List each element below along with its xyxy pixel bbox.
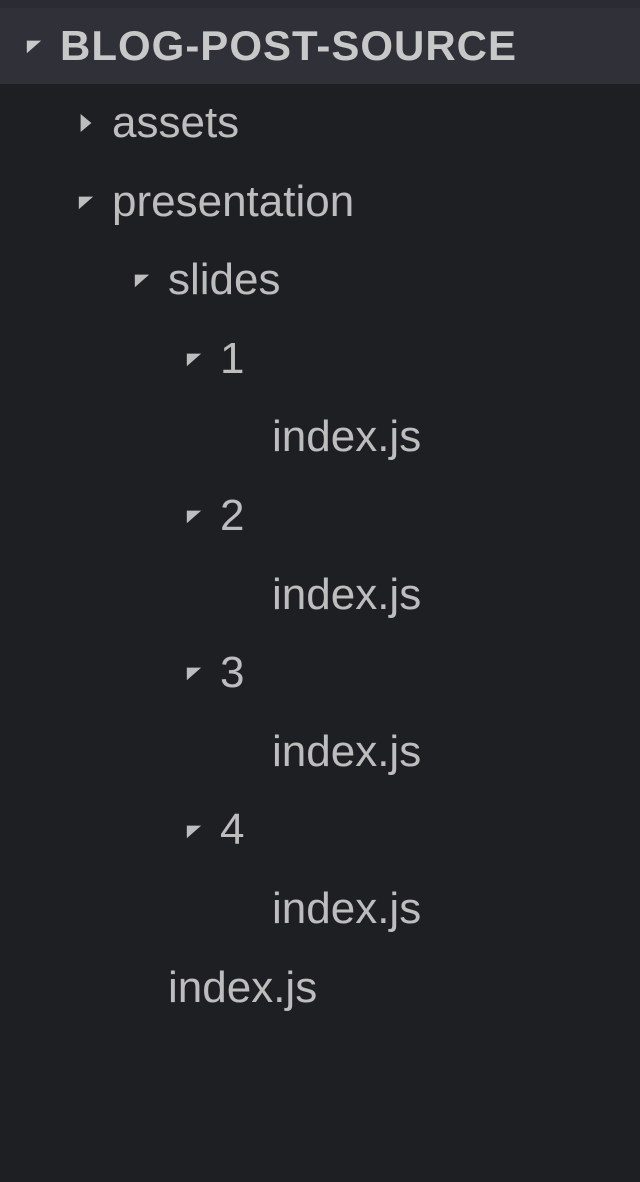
folder-slide-3[interactable]: 3 — [0, 634, 640, 713]
file-label: index.js — [272, 570, 421, 621]
file-index-js[interactable]: index.js — [0, 713, 640, 792]
chevron-down-icon — [180, 507, 208, 525]
chevron-right-icon — [72, 112, 100, 134]
root-folder[interactable]: BLOG-POST-SOURCE — [0, 8, 640, 84]
folder-label: slides — [168, 255, 281, 306]
root-folder-label: BLOG-POST-SOURCE — [60, 22, 517, 70]
file-explorer: BLOG-POST-SOURCE assets presentation sli… — [0, 8, 640, 1027]
folder-label: 1 — [220, 334, 244, 385]
file-index-js[interactable]: index.js — [0, 398, 640, 477]
file-index-js[interactable]: index.js — [0, 870, 640, 949]
file-label: index.js — [272, 884, 421, 935]
folder-slide-1[interactable]: 1 — [0, 320, 640, 399]
folder-label: 3 — [220, 648, 244, 699]
chevron-down-icon — [20, 37, 48, 55]
file-index-js[interactable]: index.js — [0, 556, 640, 635]
file-label: index.js — [168, 963, 317, 1014]
chevron-down-icon — [72, 193, 100, 211]
chevron-down-icon — [180, 350, 208, 368]
folder-assets[interactable]: assets — [0, 84, 640, 163]
folder-label: presentation — [112, 177, 354, 228]
folder-presentation[interactable]: presentation — [0, 163, 640, 242]
folder-label: 4 — [220, 805, 244, 856]
chevron-down-icon — [180, 664, 208, 682]
folder-slides[interactable]: slides — [0, 241, 640, 320]
folder-slide-2[interactable]: 2 — [0, 477, 640, 556]
chevron-down-icon — [128, 271, 156, 289]
file-label: index.js — [272, 727, 421, 778]
folder-label: assets — [112, 98, 239, 149]
file-index-js[interactable]: index.js — [0, 949, 640, 1028]
file-label: index.js — [272, 412, 421, 463]
folder-label: 2 — [220, 491, 244, 542]
chevron-down-icon — [180, 822, 208, 840]
folder-slide-4[interactable]: 4 — [0, 791, 640, 870]
